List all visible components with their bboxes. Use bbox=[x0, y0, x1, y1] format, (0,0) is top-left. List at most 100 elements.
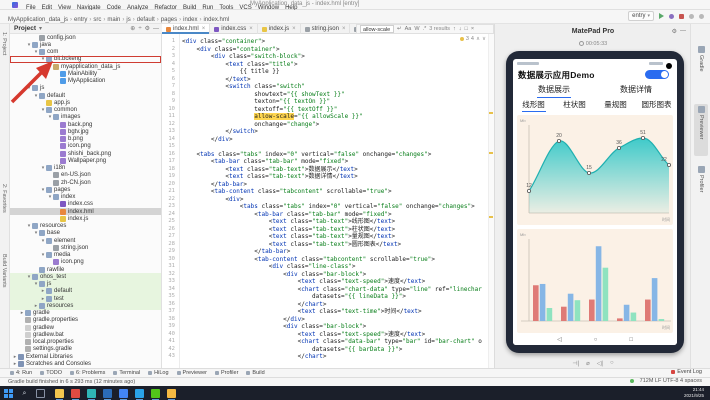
whole-words-icon[interactable]: W bbox=[414, 26, 419, 32]
tool-window--problems[interactable]: 6: Problems bbox=[70, 370, 105, 376]
tree-item-myapplication_data_js[interactable]: ▾myapplication_data_js bbox=[10, 63, 161, 70]
build-variants-strip-tab[interactable]: Build Variants bbox=[1, 254, 7, 288]
tree-item-External Libraries[interactable]: ▸External Libraries bbox=[10, 353, 161, 360]
code-line[interactable]: datasets="{{ barData }}"> bbox=[182, 346, 482, 354]
code-line[interactable]: <tab-bar class="tab-bar" mode="fixed"> bbox=[182, 211, 482, 219]
code-editor[interactable]: 1234567891011121314151617181920212223242… bbox=[162, 34, 494, 368]
favorites-strip-tab[interactable]: 2: Favorites bbox=[1, 184, 7, 213]
tree-item-index.hml[interactable]: index.hml bbox=[10, 208, 161, 215]
tree-item-app.js[interactable]: app.js bbox=[10, 99, 161, 106]
breadcrumb-item[interactable]: default bbox=[137, 17, 155, 23]
next-match-icon[interactable]: ↓ bbox=[459, 26, 462, 32]
breadcrumb-item[interactable]: src bbox=[93, 17, 101, 23]
tree-item-MainAbility[interactable]: MainAbility bbox=[10, 70, 161, 77]
nav-recents-icon[interactable]: □ bbox=[629, 337, 633, 343]
tree-item-i18n[interactable]: ▾i18n bbox=[10, 165, 161, 172]
prev-match-icon[interactable]: ↑ bbox=[453, 26, 456, 32]
tree-item-shishi_back.png[interactable]: shishi_back.png bbox=[10, 150, 161, 157]
taskbar-app-teal-app[interactable] bbox=[87, 389, 96, 398]
panel-settings-icon[interactable]: ⚙ bbox=[145, 25, 150, 32]
tree-item-Scratches and Consoles[interactable]: ▸Scratches and Consoles bbox=[10, 360, 161, 367]
code-line[interactable]: {{ title }} bbox=[182, 68, 482, 76]
tree-item-common[interactable]: ▾common bbox=[10, 107, 161, 114]
breadcrumb-item[interactable]: js bbox=[126, 17, 130, 23]
close-tab-icon[interactable]: × bbox=[202, 26, 206, 32]
code-line[interactable]: <div class="container"> bbox=[182, 38, 482, 46]
right-strip-tab-gradle[interactable]: Gradle bbox=[694, 44, 708, 96]
tree-item-ohos_test[interactable]: ▾ohos_test bbox=[10, 273, 161, 280]
tree-item-js[interactable]: ▾js bbox=[10, 281, 161, 288]
app-chart-tab-线形图[interactable]: 线形图 bbox=[513, 99, 554, 111]
tree-item-icon.png[interactable]: icon.png bbox=[10, 259, 161, 266]
tree-item-gradlew.bat[interactable]: gradlew.bat bbox=[10, 331, 161, 338]
code-line[interactable]: <text class="tab-text">量规图</text> bbox=[182, 233, 482, 241]
tree-item-java[interactable]: ▾java bbox=[10, 41, 161, 48]
tree-item-resources[interactable]: ▸resources bbox=[10, 302, 161, 309]
tree-item-resources[interactable]: ▾resources bbox=[10, 223, 161, 230]
code-line[interactable]: <div class="line-class"> bbox=[182, 263, 482, 271]
tree-item-bgtv.jpg[interactable]: bgtv.jpg bbox=[10, 128, 161, 135]
taskbar-app-vscode[interactable] bbox=[135, 389, 144, 398]
multi-device-icon[interactable]: ⊣| bbox=[572, 360, 579, 367]
debug-button[interactable] bbox=[669, 14, 674, 19]
tree-item-MyApplication[interactable]: MyApplication bbox=[10, 78, 161, 85]
tool-window-terminal[interactable]: Terminal bbox=[113, 370, 140, 376]
task-view-icon[interactable] bbox=[36, 389, 45, 398]
code-line[interactable]: </text> bbox=[182, 76, 482, 84]
tree-item-media[interactable]: ▾media bbox=[10, 252, 161, 259]
editor-tab-string.json[interactable]: string.json× bbox=[301, 24, 351, 34]
code-line[interactable]: <switch class="switch" bbox=[182, 83, 482, 91]
tool-window--run[interactable]: 4: Run bbox=[10, 370, 32, 376]
code-line[interactable]: </switch> bbox=[182, 128, 482, 136]
tree-item-config.json[interactable]: config.json bbox=[10, 34, 161, 41]
tree-item-back.png[interactable]: back.png bbox=[10, 121, 161, 128]
tree-item-element[interactable]: ▾element bbox=[10, 237, 161, 244]
editor-tab-index.css[interactable]: index.css× bbox=[210, 24, 258, 34]
code-line[interactable]: <chart class="data-bar" type="bar" id="b… bbox=[182, 338, 482, 346]
tool-window-hilog[interactable]: HiLog bbox=[148, 370, 168, 376]
event-log-tab[interactable]: Event Log bbox=[671, 369, 702, 375]
nav-home-icon[interactable]: ○ bbox=[594, 337, 598, 343]
select-all-matches-icon[interactable]: □ bbox=[465, 26, 468, 32]
code-line[interactable]: </chart> bbox=[182, 353, 482, 361]
tree-item-icon.png[interactable]: icon.png bbox=[10, 143, 161, 150]
editor-tab-index.hml[interactable]: index.hml× bbox=[162, 24, 210, 34]
code-line[interactable]: datasets="{{ lineData }}"> bbox=[182, 293, 482, 301]
app-main-tab-数据展示[interactable]: 数据展示 bbox=[513, 84, 595, 97]
tree-item-images[interactable]: ▾images bbox=[10, 114, 161, 121]
previewer-settings-icon[interactable]: ⚙ bbox=[672, 28, 677, 35]
close-find-icon[interactable]: × bbox=[471, 26, 474, 32]
tree-item-test[interactable]: ▸test bbox=[10, 295, 161, 302]
match-case-icon[interactable]: Aa bbox=[405, 26, 412, 32]
code-line[interactable]: textoff="{{ textOff }}" bbox=[182, 106, 482, 114]
device-screen[interactable]: 数据展示应用Demo 数据展示数据详情 线形图柱状图量规图圆形图表 Mb bbox=[513, 59, 677, 345]
taskbar-app-mail-app[interactable] bbox=[103, 389, 112, 398]
start-button[interactable] bbox=[4, 389, 13, 398]
tree-item-en-US.json[interactable]: en-US.json bbox=[10, 172, 161, 179]
app-chart-tab-柱状图[interactable]: 柱状图 bbox=[554, 99, 595, 111]
code-line[interactable]: </chart> bbox=[182, 301, 482, 309]
app-toggle-switch[interactable] bbox=[645, 70, 669, 79]
tree-item-b.png[interactable]: b.png bbox=[10, 136, 161, 143]
code-line[interactable]: <text class="tab-text">数据详情</text> bbox=[182, 173, 482, 181]
previewer-minimize-icon[interactable]: — bbox=[680, 28, 686, 35]
code-line[interactable]: </div> bbox=[182, 316, 482, 324]
project-strip-tab[interactable]: 1: Project bbox=[1, 32, 7, 55]
code-line[interactable]: <div> bbox=[182, 196, 482, 204]
code-line[interactable]: <text class="title"> bbox=[182, 61, 482, 69]
tree-item-gradle[interactable]: ▸gradle bbox=[10, 310, 161, 317]
code-line[interactable]: <text class="text-speed">速度</text> bbox=[182, 278, 482, 286]
nav-back-icon[interactable]: ◁ bbox=[557, 337, 562, 343]
taskbar-clock[interactable]: 21:44 2021/9/25 bbox=[684, 387, 704, 399]
code-line[interactable]: <text class="tab-text">柱状图</text> bbox=[182, 226, 482, 234]
find-input[interactable]: allow-scale bbox=[360, 25, 394, 33]
tree-item-gradlew[interactable]: gradlew bbox=[10, 324, 161, 331]
code-area[interactable]: <div class="container"> <div class="cont… bbox=[182, 38, 482, 361]
tree-item-bit.bckeng[interactable]: ▾bit.bckeng bbox=[10, 56, 161, 63]
tree-item-default[interactable]: ▾default bbox=[10, 92, 161, 99]
taskbar-app-drive-app[interactable] bbox=[167, 389, 176, 398]
stop-button[interactable] bbox=[679, 14, 684, 19]
code-line[interactable]: texton="{{ textOn }}" bbox=[182, 98, 482, 106]
project-panel-title[interactable]: Project bbox=[14, 25, 36, 32]
tree-item-index.js[interactable]: index.js bbox=[10, 215, 161, 222]
